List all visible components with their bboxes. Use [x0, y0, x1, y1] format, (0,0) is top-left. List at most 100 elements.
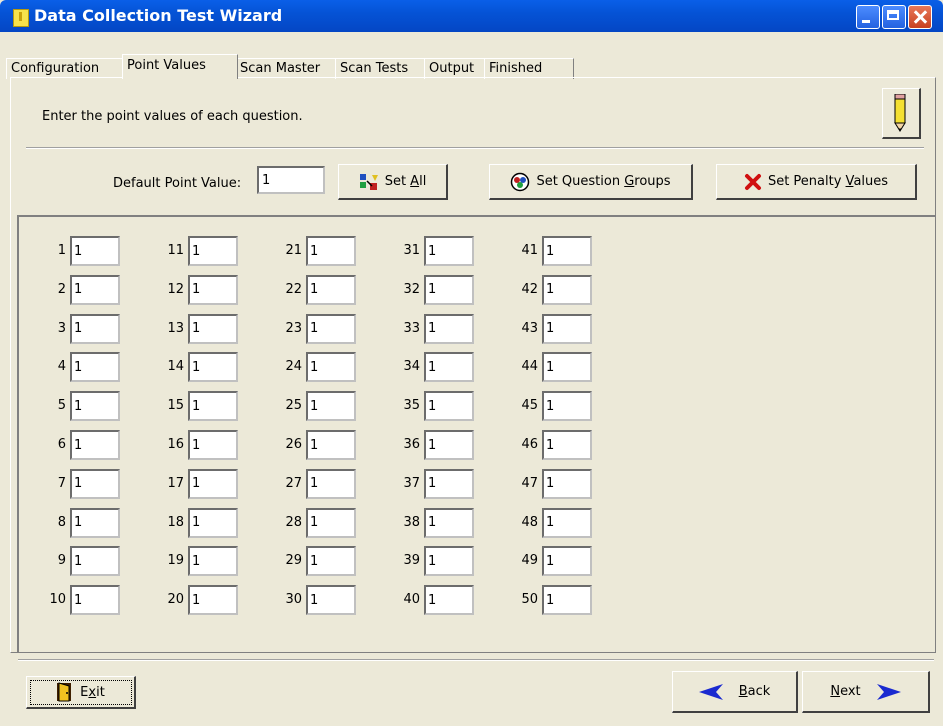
- point-value-input[interactable]: [70, 430, 120, 460]
- point-value-input[interactable]: [542, 585, 592, 616]
- point-value-input[interactable]: [424, 585, 474, 616]
- point-value-input[interactable]: [188, 546, 238, 577]
- point-value-input[interactable]: [424, 546, 474, 577]
- point-value-input[interactable]: [188, 468, 238, 499]
- point-value-input[interactable]: [306, 274, 356, 305]
- point-value-input[interactable]: [542, 468, 592, 499]
- question-number: 46: [521, 437, 538, 452]
- instructions-text: Enter the point values of each question.: [42, 109, 303, 124]
- point-value-input[interactable]: [542, 274, 592, 305]
- point-value-input[interactable]: [188, 274, 238, 305]
- point-value-input[interactable]: [188, 313, 238, 344]
- question-number: 5: [57, 398, 66, 414]
- point-value-input[interactable]: [542, 313, 592, 344]
- point-value-input[interactable]: [542, 236, 592, 266]
- point-value-input[interactable]: [188, 352, 238, 383]
- back-label: Back: [738, 684, 771, 699]
- tab-point-values[interactable]: Point Values: [122, 54, 238, 79]
- point-value-input[interactable]: [542, 391, 592, 422]
- pencil-icon: [894, 94, 906, 132]
- question-number: 37: [403, 475, 420, 491]
- separator: [26, 147, 924, 149]
- edit-button[interactable]: [882, 88, 921, 139]
- point-value-input[interactable]: [70, 274, 120, 305]
- point-value-input[interactable]: [70, 507, 120, 538]
- point-value-input[interactable]: [424, 236, 474, 266]
- question-number: 27: [285, 475, 302, 491]
- point-value-input[interactable]: [424, 313, 474, 344]
- point-value-input[interactable]: [70, 313, 120, 344]
- question-number: 21: [285, 243, 302, 258]
- point-value-input[interactable]: [188, 391, 238, 422]
- point-value-input[interactable]: [70, 391, 120, 422]
- question-number: 11: [167, 243, 184, 258]
- question-number: 20: [167, 592, 184, 608]
- point-value-input[interactable]: [424, 274, 474, 305]
- tab-configuration[interactable]: Configuration: [6, 58, 128, 79]
- point-value-input[interactable]: [306, 430, 356, 460]
- point-value-input[interactable]: [424, 430, 474, 460]
- point-value-input[interactable]: [542, 546, 592, 577]
- point-value-input[interactable]: [306, 352, 356, 383]
- point-value-input[interactable]: [542, 507, 592, 538]
- point-value-input[interactable]: [70, 352, 120, 383]
- question-number: 12: [167, 281, 184, 297]
- question-number: 50: [521, 592, 538, 608]
- point-value-input[interactable]: [70, 468, 120, 499]
- question-number: 19: [167, 553, 184, 569]
- question-number: 13: [167, 320, 184, 336]
- set-penalty-values-label: Set Penalty Values: [767, 174, 889, 189]
- app-icon: [13, 9, 29, 27]
- point-value-input[interactable]: [188, 585, 238, 616]
- point-value-input[interactable]: [542, 430, 592, 460]
- set-all-button[interactable]: Set All: [338, 164, 448, 200]
- point-value-input[interactable]: [424, 352, 474, 383]
- question-number: 16: [167, 437, 184, 452]
- default-point-input[interactable]: [257, 166, 325, 194]
- point-value-input[interactable]: [188, 507, 238, 538]
- exit-button[interactable]: Exit: [26, 676, 136, 709]
- next-button[interactable]: Next: [802, 671, 930, 713]
- point-value-input[interactable]: [542, 352, 592, 383]
- point-value-input[interactable]: [424, 507, 474, 538]
- point-value-input[interactable]: [188, 430, 238, 460]
- point-value-input[interactable]: [306, 546, 356, 577]
- title-bar[interactable]: Data Collection Test Wizard: [0, 0, 943, 32]
- set-penalty-values-button[interactable]: Set Penalty Values: [716, 164, 917, 200]
- point-value-input[interactable]: [306, 391, 356, 422]
- point-value-input[interactable]: [306, 585, 356, 616]
- question-number: 38: [403, 514, 420, 530]
- set-all-label: Set All: [384, 174, 427, 189]
- question-number: 14: [167, 359, 184, 375]
- separator: [18, 659, 934, 661]
- question-number: 39: [403, 553, 420, 569]
- minimize-button[interactable]: [856, 5, 880, 29]
- question-number: 23: [285, 320, 302, 336]
- maximize-button[interactable]: [882, 5, 906, 29]
- back-button[interactable]: Back: [672, 671, 798, 713]
- point-value-input[interactable]: [306, 236, 356, 266]
- point-value-input[interactable]: [70, 236, 120, 266]
- next-label: Next: [830, 684, 861, 699]
- question-number: 49: [521, 553, 538, 569]
- point-value-input[interactable]: [188, 236, 238, 266]
- set-question-groups-label: Set Question Groups: [536, 174, 671, 189]
- tab-scan-master[interactable]: Scan Master: [235, 58, 340, 79]
- point-value-input[interactable]: [70, 546, 120, 577]
- question-number: 4: [57, 359, 66, 375]
- set-question-groups-button[interactable]: Set Question Groups: [489, 164, 693, 200]
- point-value-input[interactable]: [424, 468, 474, 499]
- tab-scan-tests[interactable]: Scan Tests: [335, 58, 429, 79]
- point-value-input[interactable]: [306, 507, 356, 538]
- point-value-input[interactable]: [424, 391, 474, 422]
- tab-finished[interactable]: Finished: [484, 58, 574, 79]
- point-value-input[interactable]: [306, 313, 356, 344]
- point-value-input[interactable]: [306, 468, 356, 499]
- tab-output[interactable]: Output: [424, 58, 490, 79]
- close-button[interactable]: [908, 5, 932, 29]
- question-number: 10: [49, 592, 66, 608]
- question-number: 9: [57, 553, 66, 569]
- point-value-input[interactable]: [70, 585, 120, 616]
- shapes-icon: [359, 173, 378, 190]
- question-number: 45: [521, 398, 538, 414]
